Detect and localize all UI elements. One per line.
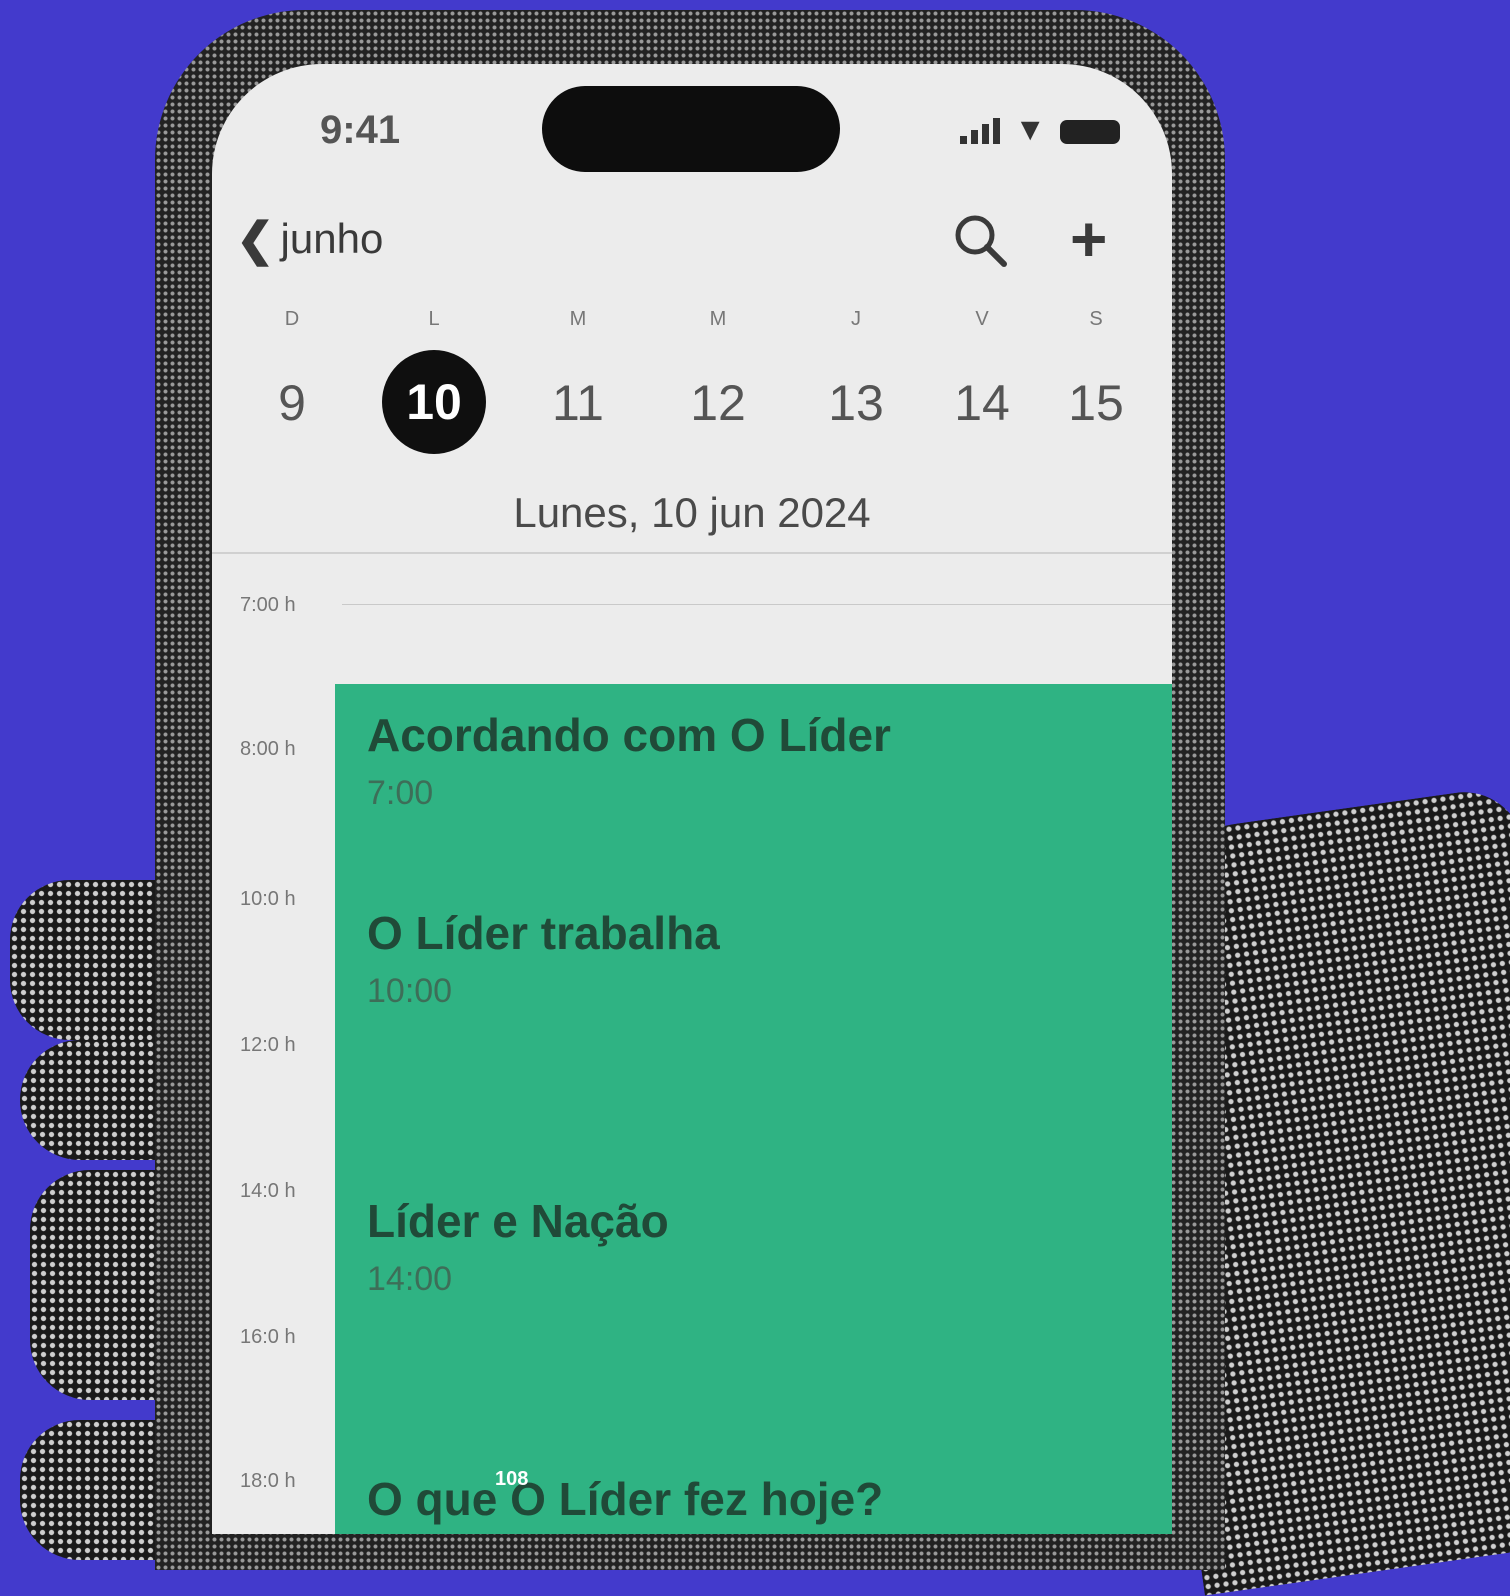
- search-icon[interactable]: [950, 210, 1010, 270]
- weekday-letter: S: [1089, 308, 1103, 330]
- hour-label: 10:0 h: [240, 888, 296, 910]
- day-14[interactable]: 14: [954, 374, 1010, 432]
- weekday-letter: L: [428, 308, 440, 330]
- event-title: Líder e Nação: [367, 1195, 669, 1247]
- hour-label: 8:00 h: [240, 738, 296, 760]
- day-15[interactable]: 15: [1068, 374, 1124, 432]
- plus-icon[interactable]: +: [1070, 202, 1107, 276]
- hour-label: 7:00 h: [240, 594, 296, 616]
- weekday-letter: M: [569, 308, 587, 330]
- events-block: Acordando com O Líder 7:00 O Líder traba…: [335, 684, 1172, 1534]
- event-title: Acordando com O Líder: [367, 709, 891, 761]
- hour-label: 16:0 h: [240, 1326, 296, 1348]
- hour-label: 12:0 h: [240, 1034, 296, 1056]
- event-item[interactable]: Acordando com O Líder 7:00: [367, 708, 891, 813]
- weekday-letter: D: [284, 308, 300, 330]
- event-time: 10:00: [367, 972, 453, 1010]
- divider: [212, 552, 1172, 554]
- event-item[interactable]: O que O Líder fez hoje?: [367, 1472, 883, 1526]
- date-title: Lunes, 10 jun 2024: [513, 489, 871, 536]
- event-item[interactable]: O Líder trabalha 10:00: [367, 906, 720, 1011]
- day-13[interactable]: 13: [828, 374, 884, 432]
- event-time: 7:00: [367, 774, 434, 812]
- day-11[interactable]: 11: [552, 374, 604, 432]
- day-12[interactable]: 12: [690, 374, 746, 432]
- day-10-selected[interactable]: 10: [382, 350, 486, 454]
- weekday-letter: V: [975, 308, 989, 330]
- signal-icon: [960, 118, 1001, 144]
- phone-screen: 9:41 ▼ ❮ junho + D L M M J V S 9 10 11 1…: [212, 64, 1172, 1534]
- hour-label: 18:0 h: [240, 1470, 296, 1492]
- status-icons: ▼: [960, 111, 1120, 147]
- hour-label: 14:0 h: [240, 1180, 296, 1202]
- event-title: O Líder trabalha: [367, 907, 720, 959]
- chevron-left-icon: ❮: [236, 213, 275, 265]
- status-time: 9:41: [320, 108, 401, 152]
- hour-line: [342, 604, 1172, 605]
- event-item[interactable]: Líder e Nação 14:00: [367, 1194, 669, 1299]
- day-9[interactable]: 9: [278, 374, 306, 432]
- event-time: 14:00: [367, 1260, 453, 1298]
- battery-icon: [1060, 120, 1120, 144]
- weekday-letter: J: [851, 308, 861, 330]
- dynamic-island: [542, 86, 840, 172]
- back-button[interactable]: ❮ junho: [236, 212, 383, 266]
- event-title: O que O Líder fez hoje?: [367, 1473, 884, 1525]
- wifi-icon: ▼: [1014, 111, 1046, 147]
- back-label: junho: [280, 215, 384, 262]
- page-number: 108: [495, 1468, 529, 1490]
- weekday-letter: M: [709, 308, 727, 330]
